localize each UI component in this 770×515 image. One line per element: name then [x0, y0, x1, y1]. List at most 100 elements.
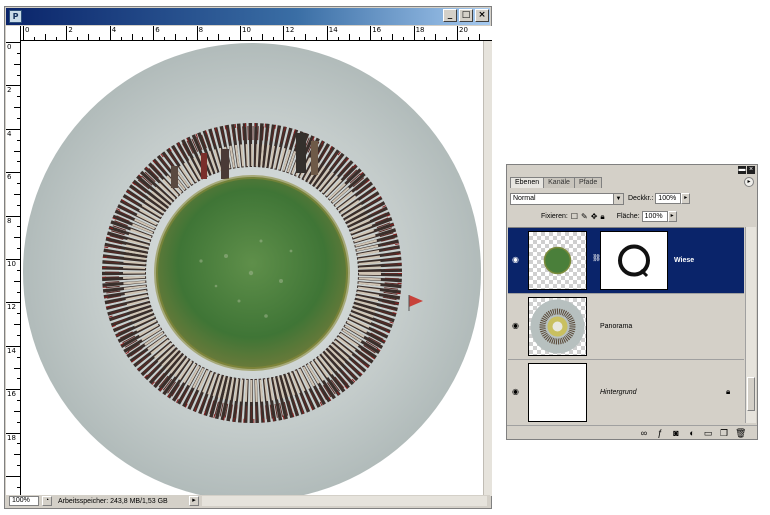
preview-icon[interactable]: ◔: [42, 496, 52, 506]
memory-info: Arbeitsspeicher: 243,8 MB/1,53 GB: [58, 497, 168, 505]
photoshop-icon[interactable]: P: [9, 10, 22, 23]
layer-row-wiese[interactable]: ◉ ⛓ Wiese: [508, 228, 744, 294]
ruler-label: 4: [111, 26, 117, 34]
opacity-slider-button[interactable]: ▸: [681, 193, 691, 204]
trash-icon[interactable]: 🗑︎: [735, 428, 746, 438]
layer-name-panorama[interactable]: Panorama: [600, 322, 632, 331]
adjustment-icon[interactable]: ◐: [687, 428, 697, 438]
lock-all-icon[interactable]: 🔒︎: [600, 212, 604, 222]
ruler-label: 16: [372, 26, 382, 34]
ruler-label: 10: [242, 26, 251, 34]
ruler-tick: [14, 63, 20, 65]
ruler-label: 14: [7, 346, 16, 355]
layer-name-hintergrund[interactable]: Hintergrund: [600, 388, 637, 397]
blend-mode-value: Normal: [513, 194, 536, 202]
layer-list-scrollbar[interactable]: [745, 227, 756, 423]
ruler-tick: [467, 37, 469, 40]
ruler-tick: [337, 37, 339, 40]
fill-slider-button[interactable]: ▸: [667, 211, 677, 222]
link-icon[interactable]: ∞: [639, 428, 649, 438]
blend-mode-select[interactable]: Normal ▼: [510, 192, 624, 205]
layer-row-hintergrund[interactable]: ◉ Hintergrund 🔒︎: [508, 360, 744, 424]
ruler-tick: [98, 37, 100, 40]
mask-icon[interactable]: ◙: [671, 428, 681, 438]
ruler-tick: [174, 34, 176, 40]
ruler-tick: [17, 291, 20, 293]
tab-pfade[interactable]: Pfade: [573, 177, 603, 188]
panel-menu-icon[interactable]: ▸: [744, 177, 754, 187]
ruler-tick: [17, 226, 20, 228]
ruler-tick: [14, 107, 20, 109]
ruler-label: 12: [285, 26, 295, 34]
visibility-eye-icon[interactable]: ◉: [512, 322, 523, 330]
horizontal-scrollbar[interactable]: [202, 496, 487, 506]
ruler-tick: [131, 34, 133, 40]
vertical-scrollbar[interactable]: [483, 41, 492, 496]
ruler-label: 16: [7, 390, 16, 399]
ruler-tick: [109, 26, 111, 40]
minimize-button[interactable]: _: [443, 9, 457, 22]
ruler-tick: [17, 486, 20, 488]
ruler-tick: [250, 37, 252, 40]
layer-row-panorama[interactable]: ◉ Panorama: [508, 294, 744, 360]
ruler-tick: [17, 161, 20, 163]
lock-pixels-icon[interactable]: ✎: [581, 212, 588, 222]
ruler-tick: [435, 34, 437, 40]
maximize-button[interactable]: □: [459, 9, 473, 22]
ruler-tick: [391, 34, 393, 40]
ruler-tick: [348, 34, 350, 40]
title-bar[interactable]: P _ □ ×: [6, 8, 490, 25]
lock-transparency-icon[interactable]: ☐: [571, 212, 578, 222]
zoom-level-field[interactable]: 100%: [9, 496, 39, 506]
panel-title-bar[interactable]: ▬ ×: [507, 165, 757, 175]
blend-opacity-row: Normal ▼ Deckkr.: 100% ▸: [510, 192, 754, 205]
panel-minimize-button[interactable]: ▬: [738, 166, 746, 174]
ruler-label: 20: [459, 26, 468, 34]
vertical-ruler[interactable]: 0 2 4 6 8 10 12 14 16 18: [6, 40, 21, 496]
ruler-tick: [14, 367, 20, 369]
tab-kanaele[interactable]: Kanäle: [543, 177, 575, 188]
ruler-tick: [229, 37, 231, 40]
ruler-label: 2: [7, 86, 12, 95]
scrollbar-thumb[interactable]: [747, 377, 755, 411]
lock-position-icon[interactable]: ✥: [591, 212, 598, 222]
ruler-tick: [17, 139, 20, 141]
ruler-tick: [17, 378, 20, 380]
ruler-label: 2: [68, 26, 73, 34]
image-canvas[interactable]: [21, 41, 483, 496]
ruler-tick: [14, 237, 20, 239]
ruler-tick: [240, 26, 241, 40]
ruler-tick: [44, 34, 46, 40]
tab-ebenen[interactable]: Ebenen: [510, 177, 545, 188]
ruler-origin[interactable]: [6, 26, 21, 41]
ruler-tick: [120, 37, 122, 40]
ruler-tick: [142, 37, 144, 40]
ruler-tick: [261, 34, 263, 40]
new-layer-icon[interactable]: ❐: [719, 428, 729, 438]
ruler-tick: [77, 37, 79, 40]
ruler-tick: [66, 26, 68, 40]
ruler-label: 14: [328, 26, 338, 34]
ruler-tick: [88, 34, 90, 40]
fill-field[interactable]: 100%: [641, 211, 668, 222]
layer-mask-thumbnail[interactable]: [600, 231, 668, 290]
chevron-down-icon[interactable]: ▼: [613, 193, 623, 204]
visibility-eye-icon[interactable]: ◉: [512, 256, 523, 264]
ruler-tick: [326, 26, 328, 40]
opacity-field[interactable]: 100%: [655, 193, 682, 204]
ruler-tick: [17, 269, 20, 271]
ruler-tick: [402, 37, 404, 40]
visibility-eye-icon[interactable]: ◉: [512, 388, 523, 396]
horizontal-ruler[interactable]: 0 2 4 6 8 10 12 14 16 18 20: [21, 26, 492, 41]
ruler-label: 0: [25, 26, 30, 34]
ruler-tick: [14, 324, 20, 326]
ruler-tick: [207, 37, 209, 40]
panel-close-button[interactable]: ×: [747, 166, 755, 174]
layer-name-wiese[interactable]: Wiese: [674, 256, 694, 265]
layer-style-icon[interactable]: ƒ: [655, 428, 665, 438]
status-menu-arrow[interactable]: ▸: [189, 496, 199, 506]
close-button[interactable]: ×: [475, 9, 489, 22]
ruler-tick: [315, 37, 317, 40]
group-icon[interactable]: ▭: [703, 428, 713, 438]
lock-fill-row: Fixieren: ☐ ✎ ✥ 🔒︎ Fläche: 100% ▸: [537, 210, 754, 223]
